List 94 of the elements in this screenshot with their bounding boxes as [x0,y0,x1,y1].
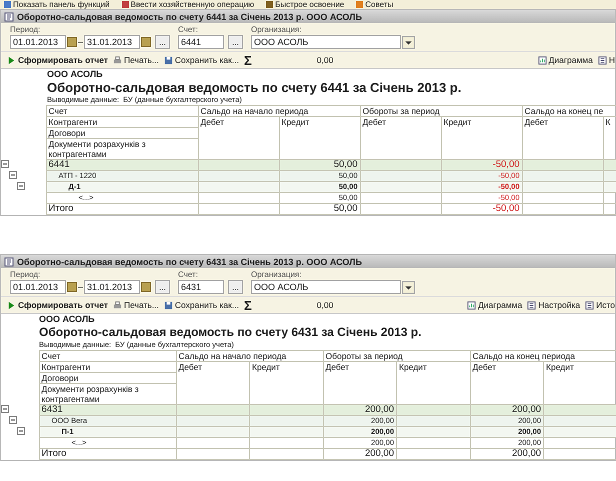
command-button[interactable]: Ввести хозяйственную операцию [122,0,254,9]
date-to-field[interactable]: 31.01.2013 [84,35,140,49]
organization-label: Организация: [251,25,302,35]
printer-icon [112,300,122,310]
date-to-field[interactable]: 31.01.2013 [84,280,140,294]
collapse-icon[interactable] [1,405,9,413]
period-label: Период: [10,270,42,280]
collapse-icon[interactable] [9,171,17,179]
command-icon [4,1,11,8]
column-group-header: Обороты за период [323,350,470,362]
command-icon [266,1,274,8]
window-title: Оборотно-сальдовая ведомость по счету 6441 за Січень 2013 р. ООО АСОЛЬ [17,12,362,22]
history-button[interactable]: Исто [585,300,615,310]
generate-report-button[interactable]: Сформировать отчет [7,300,108,310]
amount-cell: 200,00 [512,404,542,415]
chart-button[interactable]: Диаграмма [538,55,593,65]
window-title: Оборотно-сальдовая ведомость по счету 6431 за Січень 2013 р. ООО АСОЛЬ [17,256,362,266]
command-button[interactable]: Быстрое освоение [266,0,344,9]
report-icon [4,256,14,266]
column-group-header: Сальдо на конец пе [522,106,616,116]
organization-label: Организация: [251,270,302,280]
generate-report-button[interactable]: Сформировать отчет [7,55,108,65]
collapse-icon[interactable] [1,160,9,168]
date-from-field[interactable]: 01.01.2013 [10,280,66,294]
sum-button[interactable]: Σ [244,298,252,312]
organization-name: ООО АСОЛЬ [39,314,96,325]
account-cell: 6431 [42,404,63,415]
column-header: Контрагенти [46,116,198,128]
period-select-button[interactable]: ... [155,280,170,294]
sum-value: 0,00 [316,55,334,65]
total-label: Итого [42,448,66,459]
column-group-header: Сальдо на конец периода [470,350,616,362]
report-heading: Оборотно-сальдовая ведомость по счету 6441 за Січень 2013 р. [47,80,462,95]
calendar-icon[interactable] [141,282,152,292]
column-header: Договори [46,128,198,138]
command-icon [356,1,364,8]
column-header: Контрагенти [39,362,176,372]
collapse-icon[interactable] [17,182,25,190]
column-group-header: Сальдо на начало периода [176,350,323,362]
chart-button[interactable]: Диаграмма [467,300,522,310]
account-label: Счет: [178,25,199,35]
total-amount: 50,00 [334,203,358,214]
play-icon [7,56,16,64]
printer-icon [112,56,122,64]
play-icon [7,300,16,310]
dropdown-icon[interactable] [402,36,416,48]
command-button[interactable]: Советы [356,0,394,9]
sum-value: 0,00 [316,300,334,310]
account-label: Счет: [178,270,199,280]
print-button[interactable]: Печать... [112,55,159,65]
column-header: Счет [39,350,176,362]
amount-cell: 50,00 [334,159,358,170]
total-amount: -50,00 [492,203,520,214]
account-select-button[interactable]: ... [228,280,244,294]
save-as-button[interactable]: Сохранить как... [164,55,239,65]
column-header: Договори [39,372,176,384]
list-icon [585,300,594,310]
report-icon [4,12,14,22]
settings-button[interactable]: Настройка [527,300,580,310]
organization-field[interactable]: ООО АСОЛЬ [251,35,402,49]
account-select-button[interactable]: ... [228,35,244,49]
list-icon [527,300,536,310]
amount-cell: 200,00 [364,404,394,415]
total-amount: 200,00 [364,448,394,459]
amount-cell: -50,00 [492,159,520,170]
period-select-button[interactable]: ... [155,35,170,49]
collapse-icon[interactable] [9,416,17,424]
column-group-header: Сальдо на начало периода [198,106,360,116]
document-icon [538,56,547,64]
organization-field[interactable]: ООО АСОЛЬ [251,280,402,294]
settings-button[interactable]: Н [598,55,615,65]
document-icon [467,300,476,310]
account-cell: 6441 [48,159,70,170]
column-header: Счет [46,106,198,116]
period-dash: – [78,37,84,47]
sum-button[interactable]: Σ [244,52,252,68]
list-icon [598,56,607,64]
period-dash: – [78,282,84,292]
total-label: Итого [48,203,74,214]
total-amount: 200,00 [512,448,542,459]
date-from-field[interactable]: 01.01.2013 [10,35,66,49]
print-button[interactable]: Печать... [112,300,159,310]
save-as-button[interactable]: Сохранить как... [164,300,239,310]
period-label: Период: [10,25,42,35]
column-group-header: Обороты за период [360,106,522,116]
organization-name: ООО АСОЛЬ [47,69,104,80]
account-field[interactable]: 6441 [178,35,224,49]
command-icon [122,1,129,8]
command-button[interactable]: Показать панель функций [4,0,110,9]
dropdown-icon[interactable] [402,280,416,294]
report-heading: Оборотно-сальдовая ведомость по счету 6431 за Січень 2013 р. [39,325,422,340]
account-field[interactable]: 6431 [178,280,224,294]
collapse-icon[interactable] [17,427,25,435]
calendar-icon[interactable] [141,37,152,47]
